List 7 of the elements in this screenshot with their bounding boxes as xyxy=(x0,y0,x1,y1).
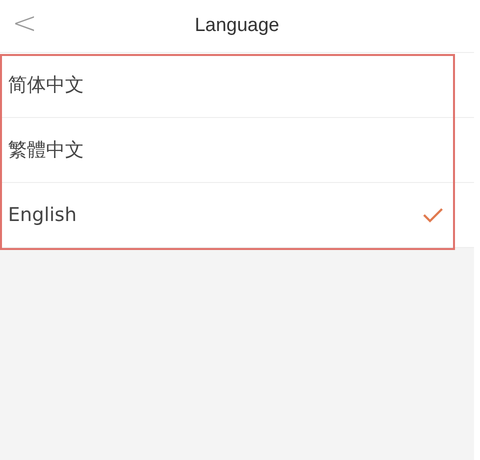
language-label: English xyxy=(8,204,77,226)
language-option[interactable]: English xyxy=(0,183,474,248)
language-option[interactable]: 繁體中文 xyxy=(0,118,474,183)
language-label: 繁體中文 xyxy=(8,138,84,163)
page-title: Language xyxy=(194,15,280,37)
language-option[interactable]: 简体中文 xyxy=(0,53,474,118)
language-label: 简体中文 xyxy=(8,73,84,98)
